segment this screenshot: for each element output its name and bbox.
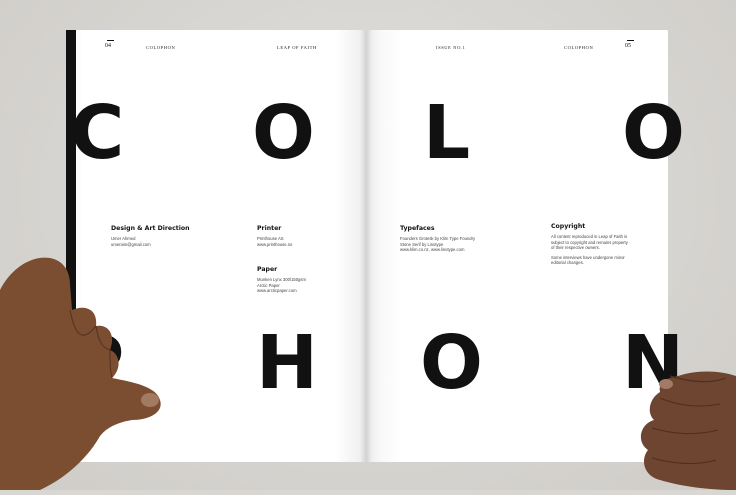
copyright-heading: Copyright (551, 223, 586, 230)
design-line: umeraim@gmail.com (111, 241, 151, 247)
big-letter-l: L (423, 90, 471, 176)
right-hand-shape (640, 371, 736, 490)
book-gutter (360, 30, 372, 462)
printer-credit-block: Printer Printhouse AS www.printhouse.no (257, 225, 292, 247)
typefaces-heading: Typefaces (400, 225, 435, 232)
copyright-block: Copyright All content reproduced in Leap… (551, 223, 628, 266)
copyright-line: All content reproduced in Leap of Faith … (551, 234, 628, 239)
page-number-right: 05 (625, 43, 631, 49)
printer-line: www.printhouse.no (257, 241, 293, 247)
right-running-head: COLOPHON (564, 45, 594, 50)
page-number-left: 04 (105, 43, 111, 49)
paper-heading: Paper (257, 266, 278, 273)
big-letter-o: O (420, 320, 483, 406)
typefaces-credit-block: Typefaces Founders Grotesk by Klim Type … (400, 225, 475, 253)
big-letter-o: O (252, 90, 315, 176)
left-hand-shape (0, 257, 161, 490)
right-running-head-issue: ISSUE NO.1 (436, 45, 466, 50)
typefaces-line: www.klim.co.nz, www.linotype.com (400, 247, 465, 253)
typefaces-line: Founders Grotesk by Klim Type Foundry (400, 236, 476, 241)
left-running-head: COLOPHON (146, 45, 176, 50)
paper-line: Munken Lynx 300/150gsm (257, 277, 306, 282)
left-running-head-title: LEAP OF FAITH (277, 45, 317, 50)
printer-heading: Printer (257, 225, 282, 232)
copyright-line: editorial changes. (551, 260, 584, 266)
paper-credit-block: Paper Munken Lynx 300/150gsm Arctic Pape… (257, 266, 306, 294)
paper-line: www.arcticpaper.com (257, 288, 297, 294)
design-credit-block: Design & Art Direction Umer Ahmed umerai… (111, 225, 190, 247)
big-letter-o: O (622, 90, 685, 176)
left-hand (0, 250, 170, 490)
big-letter-h: H (256, 320, 318, 406)
page-number-rule-left (107, 40, 114, 41)
page-number-rule-right (627, 40, 634, 41)
right-hand (600, 368, 736, 490)
big-letter-c: C (70, 90, 125, 176)
design-heading: Design & Art Direction (111, 225, 190, 232)
